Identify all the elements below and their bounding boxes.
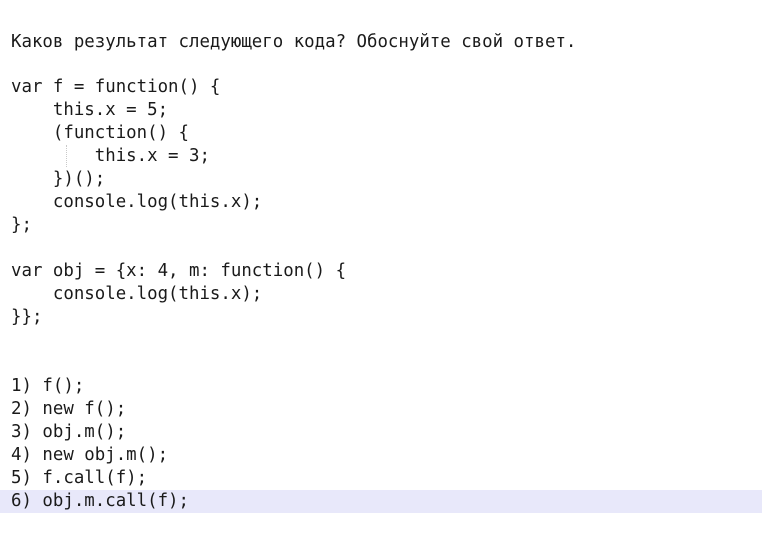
code-line-var-obj: var obj = {x: 4, m: function() {	[11, 261, 347, 281]
answer-item-3: 3) obj.m();	[11, 422, 127, 442]
code-line-this-x-5: this.x = 5;	[11, 100, 169, 120]
code-line-this-x-3: this.x = 3;	[11, 146, 210, 166]
question-text: Каков результат следующего кода? Обоснуй…	[11, 32, 577, 52]
code-line-iife-open: (function() {	[11, 123, 189, 143]
code-line-var-f: var f = function() {	[11, 77, 221, 97]
code-editor[interactable]: Каков результат следующего кода? Обоснуй…	[0, 0, 762, 537]
code-line-obj-console-log: console.log(this.x);	[11, 284, 263, 304]
answer-item-4: 4) new obj.m();	[11, 445, 169, 465]
answer-item-1: 1) f();	[11, 376, 85, 396]
code-line-close-f: };	[11, 215, 32, 235]
code-line-close-obj: }};	[11, 307, 43, 327]
answer-item-5: 5) f.call(f);	[11, 468, 148, 488]
code-line-iife-close: })();	[11, 169, 106, 189]
answer-item-2: 2) new f();	[11, 399, 127, 419]
code-line-console-log: console.log(this.x);	[11, 192, 263, 212]
indent-guide	[66, 145, 67, 167]
answer-item-6-current-line: 6) obj.m.call(f);	[0, 490, 762, 513]
